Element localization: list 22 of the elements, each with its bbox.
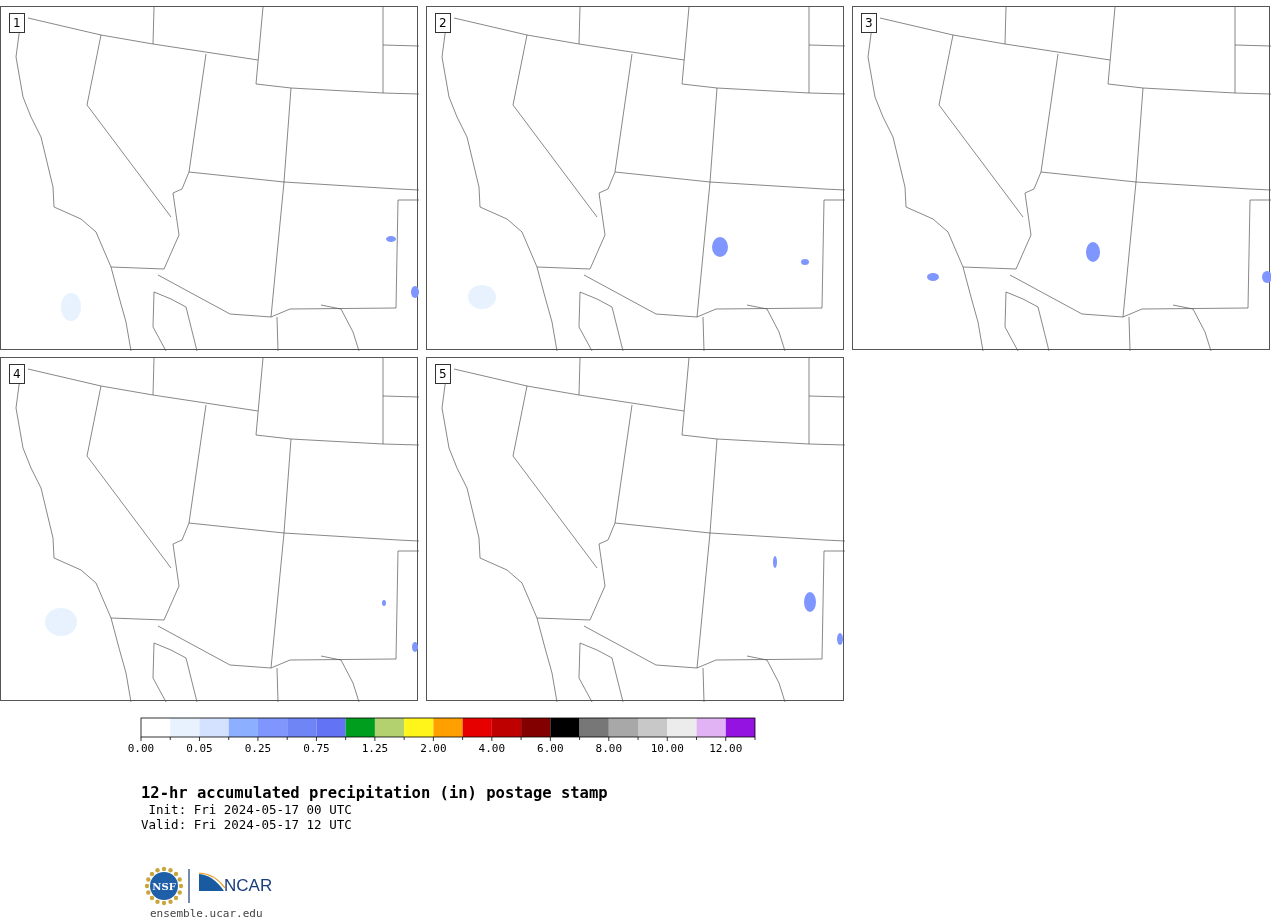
nsf-logo: NSF: [144, 866, 184, 906]
scale-tick-label: 0.00: [128, 742, 155, 755]
panel-number: 2: [435, 13, 451, 33]
scale-tick-label: 12.00: [709, 742, 743, 755]
panel-number: 5: [435, 364, 451, 384]
scale-tick-label: 0.75: [303, 742, 330, 755]
scale-tick-label: 6.00: [537, 742, 564, 755]
init-time: Init: Fri 2024-05-17 00 UTC: [147, 802, 353, 817]
scale-tick-label: 0.05: [186, 742, 213, 755]
website-address: ensemble.ucar.edu: [150, 906, 264, 920]
scale-tick-label: 10.00: [650, 742, 684, 755]
panel-number: 1: [9, 13, 25, 33]
scale-tick-label: 8.00: [595, 742, 623, 755]
valid-time: Valid: Fri 2024-05-17 12 UTC: [141, 817, 353, 832]
panel-number: 4: [9, 364, 25, 384]
ncar-logo: NCAR: [198, 872, 273, 895]
panel-number: 3: [861, 13, 877, 33]
chart-title: 12-hr accumulated precipitation (in) postage stamp: [141, 784, 609, 802]
scale-tick-label: 2.00: [420, 742, 447, 755]
scale-tick-label: 4.00: [478, 742, 506, 755]
scale-tick-label: 0.25: [244, 742, 272, 755]
scale-tick-label: 1.25: [361, 742, 389, 755]
